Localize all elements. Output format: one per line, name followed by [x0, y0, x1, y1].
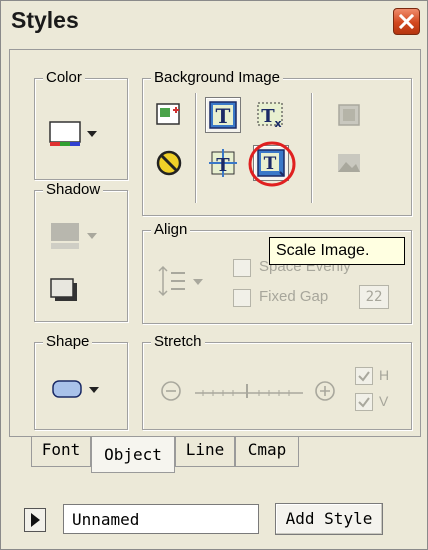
highlight-circle — [248, 141, 296, 187]
shadow-icon — [51, 223, 97, 249]
style-name-input[interactable]: Unnamed — [63, 504, 259, 534]
center-image-icon: T — [209, 149, 237, 177]
fixed-gap-label: Fixed Gap — [259, 288, 329, 305]
tab-cmap[interactable]: Cmap — [235, 437, 299, 467]
play-button[interactable] — [24, 508, 46, 532]
tab-font[interactable]: Font — [31, 437, 91, 467]
color-group-label: Color — [43, 69, 85, 86]
shadow-box-icon — [50, 278, 77, 301]
bg-center-image-button[interactable]: T — [205, 145, 241, 181]
svg-text:T: T — [216, 155, 230, 176]
stretch-group-label: Stretch — [151, 333, 205, 350]
align-group-label: Align — [151, 221, 191, 238]
stretch-h-label: H — [379, 367, 390, 383]
shadow-group-label: Shadow — [43, 181, 104, 198]
shadow-group: Shadow — [34, 181, 128, 322]
shape-picker-button[interactable] — [51, 377, 107, 403]
play-icon — [31, 513, 40, 527]
shape-group: Shape — [34, 333, 128, 430]
stretch-h-checkbox[interactable] — [355, 367, 373, 385]
styles-panel: Styles Color Shadow Shape Background Ima… — [0, 0, 428, 550]
align-spacing-icon — [158, 265, 203, 297]
tile-image-icon: T — [209, 101, 237, 129]
scale-x-image-icon: T x — [257, 102, 283, 130]
fill-color-icon — [49, 121, 97, 146]
fixed-gap-checkbox[interactable] — [233, 289, 251, 307]
color-group: Color — [34, 69, 128, 180]
svg-text:T: T — [261, 106, 275, 127]
bg-landscape-image-button[interactable] — [331, 145, 367, 181]
bg-separator-right — [311, 93, 312, 203]
zoom-in-icon — [315, 381, 335, 401]
add-style-button[interactable]: Add Style — [275, 503, 383, 535]
tab-line[interactable]: Line — [175, 437, 235, 467]
bg-add-image-button[interactable] — [151, 97, 187, 133]
bg-scale-x-image-button[interactable]: T x — [253, 97, 289, 133]
stretch-group: Stretch H V — [142, 333, 412, 430]
close-icon — [398, 13, 415, 30]
close-button[interactable] — [393, 8, 420, 35]
stretch-v-checkbox[interactable] — [355, 393, 373, 411]
align-spacing-button[interactable] — [157, 263, 213, 299]
title-bar: Styles — [1, 1, 427, 43]
rounded-rect-icon — [52, 380, 99, 398]
svg-text:x: x — [274, 117, 281, 130]
add-image-icon — [156, 103, 180, 125]
slider-track — [195, 384, 303, 398]
shape-group-label: Shape — [43, 333, 93, 350]
landscape-image-icon — [338, 154, 360, 172]
bg-tile-image-button[interactable]: T — [205, 97, 241, 133]
no-image-icon — [156, 150, 182, 176]
shadow-picker-button[interactable] — [49, 221, 105, 253]
color-picker-button[interactable] — [49, 119, 105, 147]
bg-crop-image-button[interactable] — [331, 97, 367, 133]
zoom-out-icon — [161, 381, 181, 401]
svg-text:T: T — [216, 104, 231, 128]
fixed-gap-input[interactable]: 22 — [359, 285, 389, 309]
bg-no-image-button[interactable] — [151, 145, 187, 181]
shadow-box-button[interactable] — [49, 277, 81, 305]
crop-image-icon — [338, 104, 360, 126]
background-image-group-label: Background Image — [151, 69, 283, 86]
tab-object[interactable]: Object — [91, 437, 175, 473]
panel-title: Styles — [11, 7, 79, 33]
check-icon — [358, 371, 370, 382]
tooltip: Scale Image. — [269, 237, 405, 265]
bg-separator-left — [195, 93, 196, 203]
space-evenly-checkbox[interactable] — [233, 259, 251, 277]
background-image-group: Background Image T T x T T — [142, 69, 412, 216]
stretch-slider[interactable] — [193, 381, 305, 401]
check-icon — [358, 397, 370, 408]
stretch-v-label: V — [379, 393, 389, 409]
